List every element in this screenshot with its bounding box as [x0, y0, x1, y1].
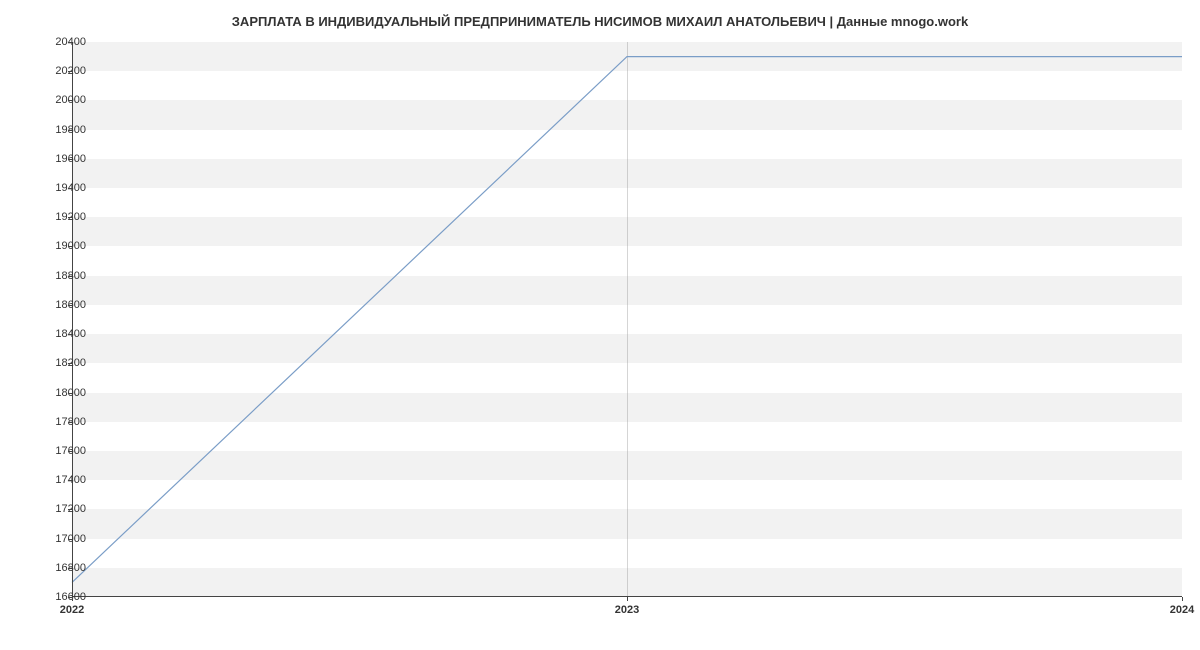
y-tick-mark	[68, 305, 72, 306]
y-tick-label: 18400	[26, 328, 86, 340]
y-tick-label: 19000	[26, 240, 86, 252]
y-tick-label: 20200	[26, 65, 86, 77]
y-tick-label: 16600	[26, 591, 86, 603]
y-tick-label: 18600	[26, 299, 86, 311]
y-tick-label: 16800	[26, 562, 86, 574]
y-tick-mark	[68, 568, 72, 569]
y-tick-label: 19200	[26, 211, 86, 223]
y-tick-mark	[68, 363, 72, 364]
y-tick-label: 19600	[26, 153, 86, 165]
x-tick-label: 2022	[60, 604, 84, 616]
y-tick-label: 17800	[26, 416, 86, 428]
y-tick-label: 19400	[26, 182, 86, 194]
y-tick-mark	[68, 159, 72, 160]
y-tick-label: 19800	[26, 124, 86, 136]
chart-title: ЗАРПЛАТА В ИНДИВИДУАЛЬНЫЙ ПРЕДПРИНИМАТЕЛ…	[0, 14, 1200, 29]
x-tick-label: 2023	[615, 604, 639, 616]
x-tick-mark	[1182, 597, 1183, 601]
y-tick-label: 18200	[26, 357, 86, 369]
y-tick-mark	[68, 509, 72, 510]
y-tick-mark	[68, 276, 72, 277]
y-tick-label: 20400	[26, 36, 86, 48]
y-tick-mark	[68, 334, 72, 335]
chart-container: ЗАРПЛАТА В ИНДИВИДУАЛЬНЫЙ ПРЕДПРИНИМАТЕЛ…	[0, 0, 1200, 650]
y-tick-mark	[68, 188, 72, 189]
y-tick-label: 17000	[26, 533, 86, 545]
y-tick-mark	[68, 480, 72, 481]
y-tick-mark	[68, 539, 72, 540]
y-tick-label: 17400	[26, 474, 86, 486]
y-tick-mark	[68, 393, 72, 394]
x-tick-mark	[72, 597, 73, 601]
x-tick-mark	[627, 597, 628, 601]
line-series	[72, 42, 1182, 597]
y-tick-mark	[68, 100, 72, 101]
y-tick-label: 18800	[26, 270, 86, 282]
y-tick-label: 20000	[26, 94, 86, 106]
y-tick-mark	[68, 451, 72, 452]
y-tick-mark	[68, 246, 72, 247]
plot-area	[72, 42, 1182, 597]
x-tick-label: 2024	[1170, 604, 1194, 616]
y-tick-mark	[68, 422, 72, 423]
y-tick-label: 18000	[26, 387, 86, 399]
y-tick-mark	[68, 130, 72, 131]
y-tick-label: 17200	[26, 503, 86, 515]
y-tick-mark	[68, 42, 72, 43]
y-tick-label: 17600	[26, 445, 86, 457]
y-tick-mark	[68, 71, 72, 72]
y-tick-mark	[68, 217, 72, 218]
